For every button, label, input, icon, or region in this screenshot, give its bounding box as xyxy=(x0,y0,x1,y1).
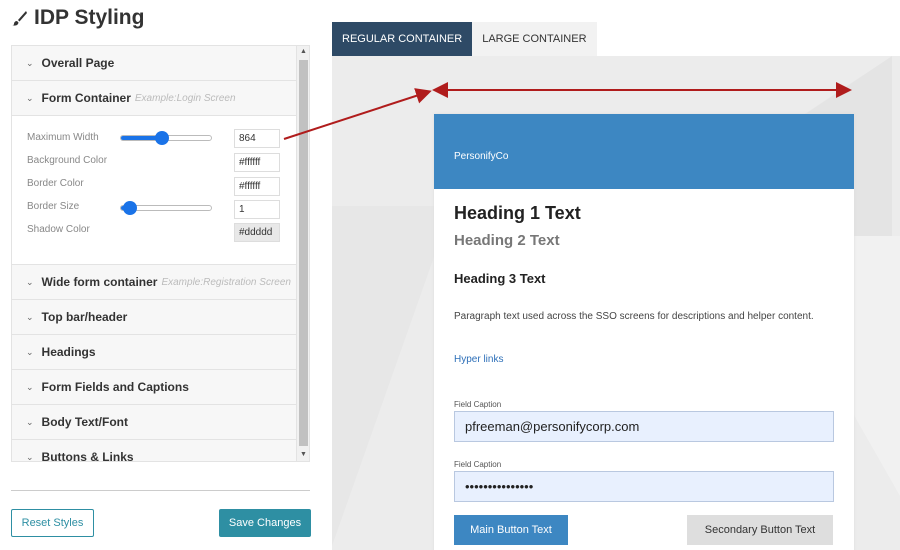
chevron-down-icon: ⌄ xyxy=(26,416,34,427)
max-width-field[interactable]: 864 xyxy=(234,129,280,148)
email-field[interactable]: pfreeman@personifycorp.com xyxy=(454,411,834,442)
section-label: Body Text/Font xyxy=(41,415,128,429)
paintbrush-icon xyxy=(12,11,27,26)
scroll-up-icon[interactable]: ▲ xyxy=(297,46,309,58)
settings-panel: IDP Styling ⌄ Overall Page ⌄ Form Contai… xyxy=(0,0,320,550)
tab-large-container[interactable]: LARGE CONTAINER xyxy=(472,22,597,56)
paragraph-text: Paragraph text used across the SSO scree… xyxy=(454,311,814,322)
hyper-link[interactable]: Hyper links xyxy=(454,354,503,365)
chevron-down-icon: ⌄ xyxy=(26,346,34,357)
heading-2: Heading 2 Text xyxy=(454,232,560,249)
password-field[interactable]: ••••••••••••••• xyxy=(454,471,834,502)
shadow-color-label: Shadow Color xyxy=(27,224,90,235)
preview-canvas: PersonifyCo Heading 1 Text Heading 2 Tex… xyxy=(332,56,900,550)
page-title-text: IDP Styling xyxy=(34,6,145,29)
preview-panel: REGULAR CONTAINER LARGE CONTAINER Person… xyxy=(332,0,900,550)
section-overall-page[interactable]: ⌄ Overall Page xyxy=(12,46,297,81)
accordion-scrollbar[interactable]: ▲ ▼ xyxy=(296,46,309,461)
border-size-slider-knob[interactable] xyxy=(123,201,137,215)
section-label: Top bar/header xyxy=(41,310,128,324)
section-label: Wide form container xyxy=(41,275,158,289)
chevron-down-icon: ⌄ xyxy=(26,276,34,287)
tab-regular-container[interactable]: REGULAR CONTAINER xyxy=(332,22,473,56)
settings-accordion: ⌄ Overall Page ⌄ Form Container Example:… xyxy=(11,45,310,462)
section-form-fields[interactable]: ⌄ Form Fields and Captions xyxy=(12,370,297,405)
chevron-down-icon: ⌄ xyxy=(26,311,34,322)
chevron-down-icon: ⌄ xyxy=(26,57,34,68)
reset-styles-button[interactable]: Reset Styles xyxy=(11,509,94,537)
max-width-slider[interactable] xyxy=(120,131,212,145)
secondary-button[interactable]: Secondary Button Text xyxy=(687,515,833,545)
field-caption: Field Caption xyxy=(454,400,502,409)
scrollbar-thumb[interactable] xyxy=(299,60,308,446)
app-root: IDP Styling ⌄ Overall Page ⌄ Form Contai… xyxy=(0,0,900,550)
save-changes-button[interactable]: Save Changes xyxy=(219,509,311,537)
section-form-container[interactable]: ⌄ Form Container Example:Login Screen xyxy=(12,81,297,116)
chevron-down-icon: ⌄ xyxy=(26,92,34,103)
divider xyxy=(11,490,310,491)
field-caption: Field Caption xyxy=(454,460,502,469)
section-wide-form-container[interactable]: ⌄ Wide form container Example:Registrati… xyxy=(12,265,297,300)
section-label: Overall Page xyxy=(41,56,115,70)
section-top-bar[interactable]: ⌄ Top bar/header xyxy=(12,300,297,335)
shadow-color-field[interactable]: #ddddd xyxy=(234,223,280,242)
chevron-down-icon: ⌄ xyxy=(26,381,34,392)
form-container-settings: Maximum Width 864 Background Color #ffff… xyxy=(12,116,297,265)
form-container-preview: PersonifyCo Heading 1 Text Heading 2 Tex… xyxy=(434,114,854,550)
section-label: Headings xyxy=(41,345,96,359)
section-label: Form Fields and Captions xyxy=(41,380,189,394)
background-color-label: Background Color xyxy=(27,155,108,166)
background-color-field[interactable]: #ffffff xyxy=(234,153,280,172)
page-title: IDP Styling xyxy=(12,6,144,30)
border-color-label: Border Color xyxy=(27,178,84,189)
top-bar-header: PersonifyCo xyxy=(434,114,854,189)
main-button[interactable]: Main Button Text xyxy=(454,515,568,545)
border-size-label: Border Size xyxy=(27,201,80,212)
border-color-field[interactable]: #ffffff xyxy=(234,177,280,196)
container-tabs: REGULAR CONTAINER LARGE CONTAINER xyxy=(332,22,597,56)
heading-3: Heading 3 Text xyxy=(454,271,546,286)
border-size-slider[interactable] xyxy=(120,201,212,215)
section-body-text[interactable]: ⌄ Body Text/Font xyxy=(12,405,297,440)
heading-1: Heading 1 Text xyxy=(454,203,581,223)
max-width-label: Maximum Width xyxy=(27,132,99,143)
section-headings[interactable]: ⌄ Headings xyxy=(12,335,297,370)
section-example: Example:Login Screen xyxy=(134,92,236,104)
brand-name: PersonifyCo xyxy=(454,151,509,162)
scroll-down-icon[interactable]: ▼ xyxy=(297,449,309,461)
section-example: Example:Registration Screen xyxy=(161,276,291,288)
section-label: Form Container xyxy=(41,91,131,105)
border-size-field[interactable]: 1 xyxy=(234,200,280,219)
max-width-slider-knob[interactable] xyxy=(155,131,169,145)
chevron-down-icon: ⌄ xyxy=(26,451,34,462)
section-buttons-links[interactable]: ⌄ Buttons & Links xyxy=(12,440,297,462)
section-label: Buttons & Links xyxy=(41,450,134,462)
